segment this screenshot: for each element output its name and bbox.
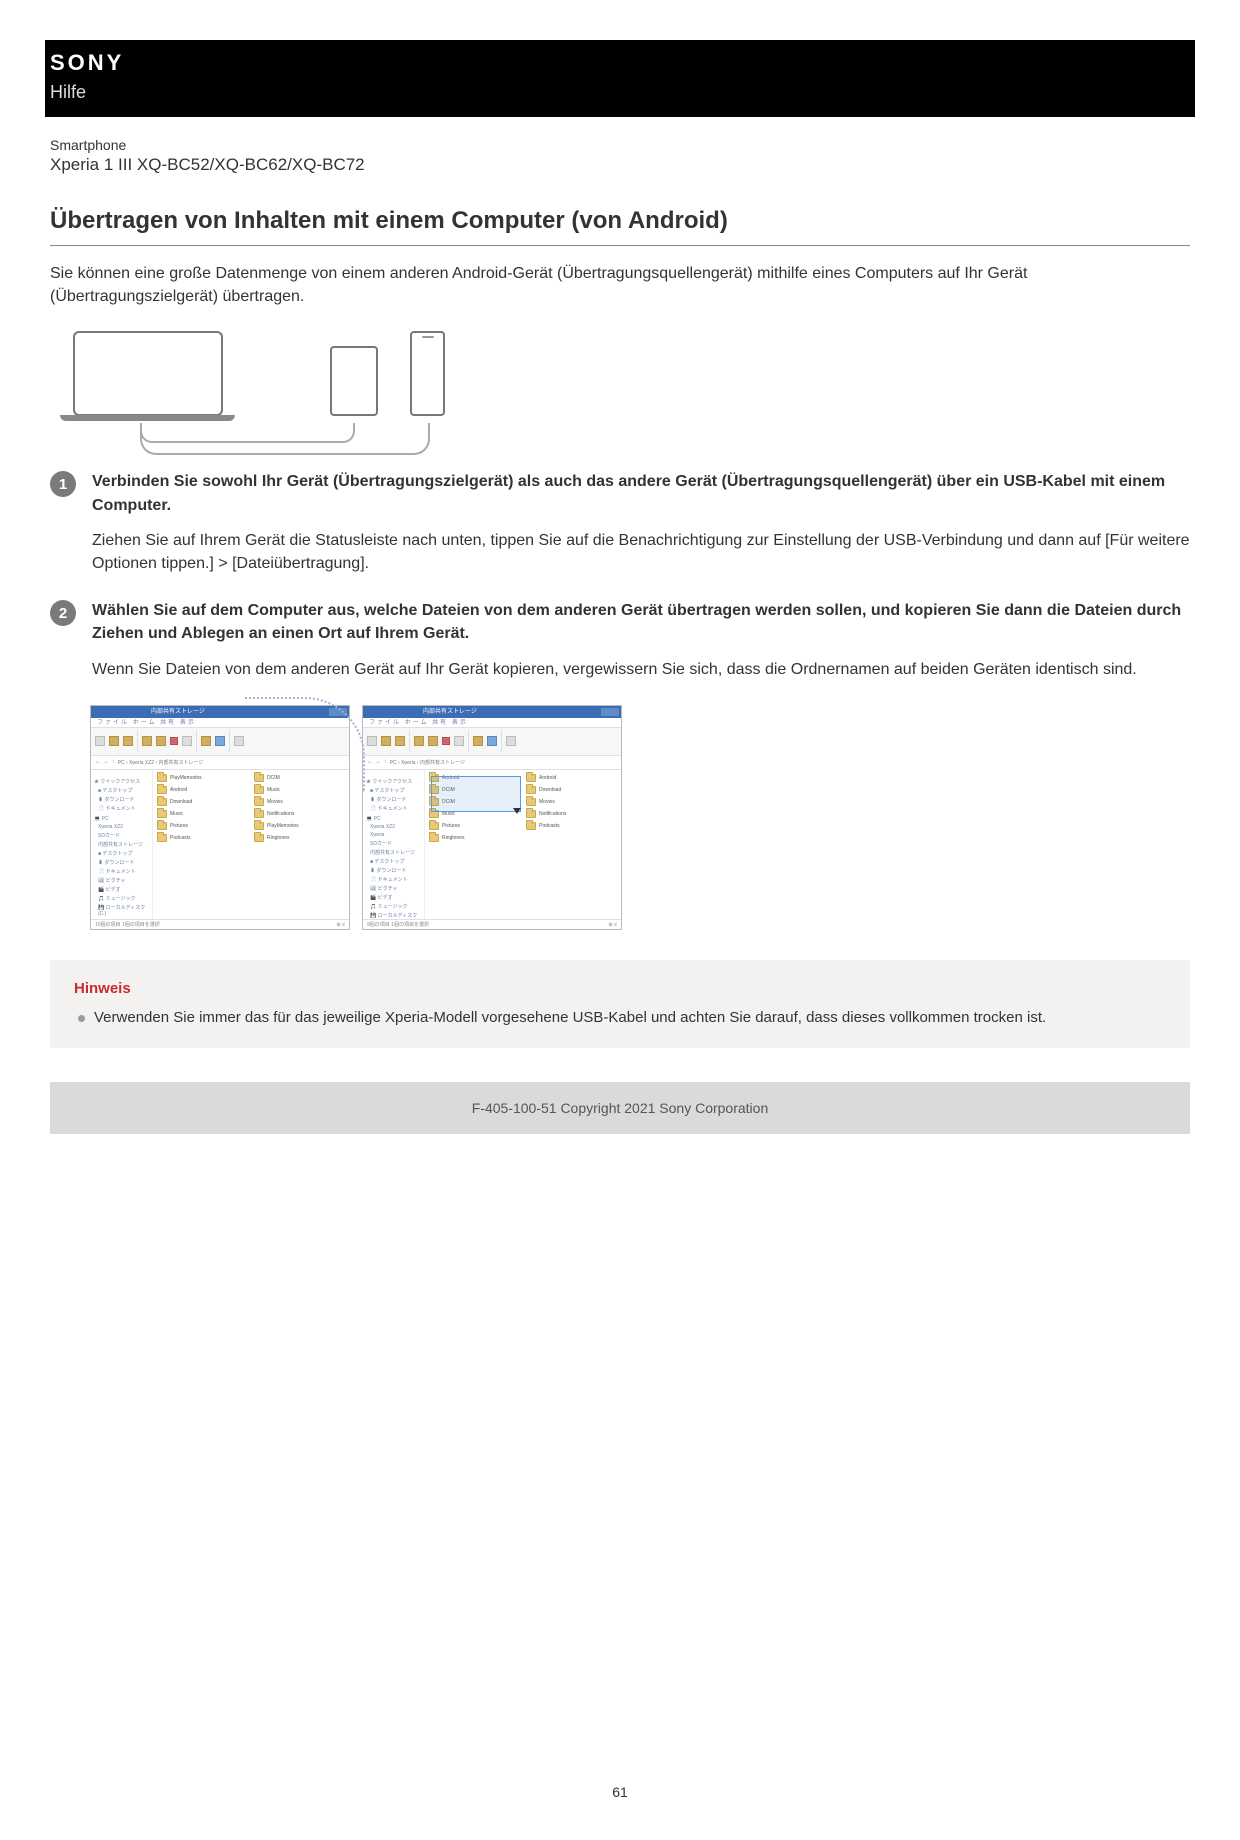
- fm-ribbon: ✕: [363, 728, 621, 756]
- step-2: 2 Wählen Sie auf dem Computer aus, welch…: [50, 599, 1190, 681]
- usb-cable-icon: [140, 423, 430, 455]
- selection-rectangle: [431, 776, 521, 812]
- fm-sidebar: ★ クイックアクセス ■ デスクトップ ⬇ ダウンロード 📄 ドキュメント 💻 …: [363, 770, 425, 930]
- title-rule: [50, 245, 1190, 246]
- fm-window-title: 内部共有ストレージ: [363, 706, 621, 718]
- step-number-badge: 1: [50, 471, 76, 497]
- step-description: Ziehen Sie auf Ihrem Gerät die Statuslei…: [92, 529, 1190, 575]
- intro-text: Sie können eine große Datenmenge von ein…: [50, 262, 1190, 308]
- step-title: Verbinden Sie sowohl Ihr Gerät (Übertrag…: [92, 470, 1190, 516]
- fm-window-source: 内部共有ストレージ ファイル ホーム 共有 表示 ✕ ← →↑PC › Xper…: [90, 705, 350, 930]
- fm-window-target: 内部共有ストレージ ファイル ホーム 共有 表示 ✕ ← →↑PC › Xper…: [362, 705, 622, 930]
- fm-menubar: ファイル ホーム 共有 表示: [91, 718, 349, 728]
- step-title: Wählen Sie auf dem Computer aus, welche …: [92, 599, 1190, 645]
- step-1: 1 Verbinden Sie sowohl Ihr Gerät (Übertr…: [50, 470, 1190, 575]
- help-label: Hilfe: [45, 76, 1195, 103]
- phone-icon: [410, 331, 445, 416]
- note-heading: Hinweis: [74, 980, 1166, 997]
- laptop-icon: [60, 331, 235, 421]
- fm-statusbar: 10個の項目 1個の項目を選択⊞ ≡: [91, 919, 349, 929]
- devices-diagram: [50, 326, 450, 446]
- cursor-icon: [513, 808, 521, 814]
- fm-addressbar: ← →↑PC › Xperia XZ2 › 内部共有ストレージ: [91, 756, 349, 770]
- fm-statusbar: 9個の項目 1個の項目を選択⊞ ≡: [363, 919, 621, 929]
- product-type: Smartphone: [50, 137, 1190, 153]
- brand-logo: SONY: [45, 50, 1195, 76]
- header-bar: SONY Hilfe: [45, 40, 1195, 117]
- note-item: Verwenden Sie immer das für das jeweilig…: [74, 1007, 1166, 1029]
- tablet-icon: [330, 346, 378, 416]
- fm-folder-grid: PlayMemories DCIM Android Music Download…: [153, 770, 349, 930]
- fm-sidebar: ★ クイックアクセス ■ デスクトップ ⬇ ダウンロード 📄 ドキュメント 💻 …: [91, 770, 153, 930]
- file-manager-figure: 内部共有ストレージ ファイル ホーム 共有 表示 ✕ ← →↑PC › Xper…: [90, 705, 1190, 930]
- fm-menubar: ファイル ホーム 共有 表示: [363, 718, 621, 728]
- fm-window-title: 内部共有ストレージ: [91, 706, 349, 718]
- page-title: Übertragen von Inhalten mit einem Comput…: [50, 185, 1190, 245]
- fm-addressbar: ← →↑PC › Xperia › 内部共有ストレージ: [363, 756, 621, 770]
- product-meta: Smartphone Xperia 1 III XQ-BC52/XQ-BC62/…: [50, 117, 1190, 185]
- step-description: Wenn Sie Dateien von dem anderen Gerät a…: [92, 658, 1190, 681]
- page-number: 61: [50, 1784, 1190, 1820]
- step-number-badge: 2: [50, 600, 76, 626]
- fm-ribbon: ✕: [91, 728, 349, 756]
- product-model: Xperia 1 III XQ-BC52/XQ-BC62/XQ-BC72: [50, 153, 1190, 175]
- note-box: Hinweis Verwenden Sie immer das für das …: [50, 960, 1190, 1049]
- footer-copyright: F-405-100-51 Copyright 2021 Sony Corpora…: [50, 1082, 1190, 1134]
